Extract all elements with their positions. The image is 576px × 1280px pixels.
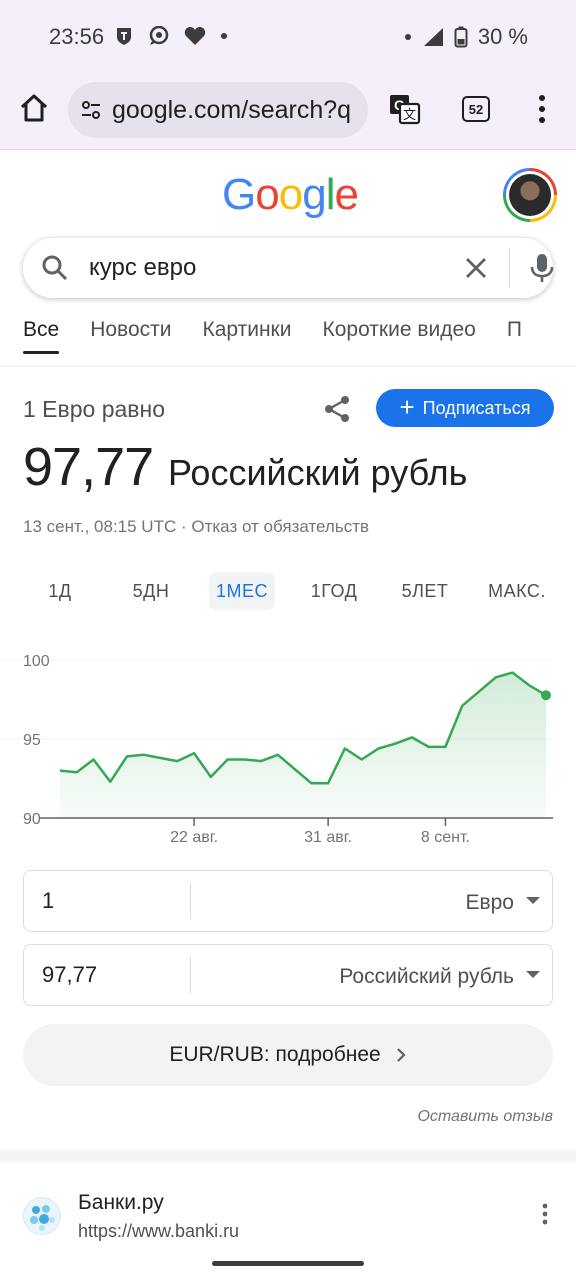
range-tabs: 1Д 5ДН 1МЕС 1ГОД 5ЛЕТ МАКС. bbox=[23, 572, 553, 612]
translate-icon[interactable]: G文 bbox=[388, 92, 422, 126]
gesture-bar bbox=[212, 1261, 364, 1266]
search-divider bbox=[509, 248, 510, 288]
avatar-photo bbox=[509, 174, 551, 216]
tab-images[interactable]: Картинки bbox=[202, 318, 291, 354]
tab-all[interactable]: Все bbox=[23, 318, 60, 354]
y-tick-label: 95 bbox=[23, 732, 41, 749]
home-icon[interactable] bbox=[18, 92, 50, 124]
rate-value: 97,77 bbox=[23, 437, 154, 497]
to-amount-input[interactable]: 97,77 bbox=[42, 962, 97, 988]
rate-meta[interactable]: 13 сент., 08:15 UTC · Отказ от обязатель… bbox=[23, 517, 369, 537]
subscribe-button[interactable]: + Подписаться bbox=[376, 389, 554, 427]
search-input[interactable]: курс евро bbox=[89, 254, 196, 282]
details-label: EUR/RUB: подробнее bbox=[169, 1043, 381, 1066]
x-tick-label: 8 сент. bbox=[421, 829, 470, 846]
equals-label: 1 Евро равно bbox=[23, 396, 166, 422]
mic-icon[interactable] bbox=[528, 252, 556, 284]
range-1d[interactable]: 1Д bbox=[25, 572, 95, 610]
google-logo[interactable]: Google bbox=[222, 170, 359, 220]
range-5d[interactable]: 5ДН bbox=[115, 572, 187, 610]
svg-text:文: 文 bbox=[403, 108, 416, 123]
search-icon bbox=[42, 255, 68, 281]
section-divider bbox=[0, 1150, 576, 1162]
x-tick-label: 31 авг. bbox=[304, 829, 352, 846]
tab-short-videos[interactable]: Короткие видео bbox=[322, 318, 475, 354]
site-favicon bbox=[23, 1197, 61, 1235]
dropdown-caret-icon[interactable] bbox=[526, 897, 540, 904]
range-1m[interactable]: 1МЕС bbox=[209, 572, 275, 610]
tabs-divider bbox=[0, 366, 576, 367]
field-separator bbox=[190, 883, 191, 919]
battery-icon bbox=[454, 26, 468, 48]
status-bar: 23:56 30 % bbox=[0, 0, 576, 72]
result-url[interactable]: https://www.banki.ru bbox=[78, 1221, 239, 1242]
dot-icon bbox=[221, 33, 227, 39]
tab-news[interactable]: Новости bbox=[90, 318, 171, 354]
from-amount-input[interactable]: 1 bbox=[42, 888, 54, 914]
share-icon[interactable] bbox=[322, 394, 352, 424]
range-5y[interactable]: 5ЛЕТ bbox=[391, 572, 459, 610]
status-right: 30 % bbox=[404, 24, 528, 50]
result-title[interactable]: Банки.ру bbox=[78, 1191, 164, 1215]
more-vert-icon[interactable] bbox=[538, 1202, 552, 1226]
x-tick-label: 22 авг. bbox=[170, 829, 218, 846]
rate-chart[interactable]: 100 95 90 22 авг. 31 авг. 8 сент. bbox=[0, 640, 576, 855]
address-bar[interactable]: google.com/search?q bbox=[68, 82, 368, 138]
search-box[interactable]: курс евро bbox=[23, 238, 556, 298]
tab-count: 52 bbox=[468, 101, 484, 117]
notification-icons bbox=[114, 26, 228, 46]
site-settings-icon[interactable] bbox=[80, 99, 102, 121]
browser-toolbar: google.com/search?q G文 52 bbox=[0, 72, 576, 150]
to-currency-select[interactable]: Российский рубль bbox=[339, 965, 514, 989]
from-currency-select[interactable]: Евро bbox=[465, 891, 514, 915]
tabs-icon[interactable]: 52 bbox=[462, 96, 490, 122]
range-max[interactable]: МАКС. bbox=[477, 572, 557, 610]
plus-icon: + bbox=[399, 392, 415, 422]
from-currency-row: 1 Евро bbox=[23, 870, 553, 932]
chart-last-point bbox=[541, 690, 551, 701]
tab-more-truncated[interactable]: П bbox=[507, 318, 522, 354]
heart-icon bbox=[184, 27, 206, 45]
clear-icon[interactable] bbox=[463, 255, 489, 281]
y-tick-label: 90 bbox=[23, 811, 41, 828]
chart-area-fill bbox=[60, 672, 546, 818]
chevron-right-icon bbox=[396, 1048, 406, 1062]
subscribe-label: Подписаться bbox=[422, 397, 531, 418]
rate-currency: Российский рубль bbox=[168, 452, 468, 493]
details-button[interactable]: EUR/RUB: подробнее bbox=[23, 1024, 553, 1086]
vpn-icon bbox=[117, 28, 131, 45]
field-separator bbox=[190, 957, 191, 993]
dot-icon bbox=[404, 34, 411, 40]
banki-logo-icon bbox=[30, 1205, 55, 1231]
range-1y[interactable]: 1ГОД bbox=[299, 572, 369, 610]
filter-tabs: Все Новости Картинки Короткие видео П bbox=[23, 318, 576, 366]
status-time: 23:56 bbox=[49, 24, 105, 49]
battery-percent: 30 % bbox=[477, 24, 528, 49]
dropdown-caret-icon[interactable] bbox=[526, 971, 540, 978]
avatar[interactable] bbox=[503, 168, 557, 222]
url-text[interactable]: google.com/search?q bbox=[112, 96, 351, 125]
more-vert-icon[interactable] bbox=[534, 94, 550, 124]
to-currency-row: 97,77 Российский рубль bbox=[23, 944, 553, 1006]
y-tick-label: 100 bbox=[23, 653, 50, 670]
feedback-link[interactable]: Оставить отзыв bbox=[417, 1108, 553, 1126]
signal-icon bbox=[423, 28, 443, 46]
chat-bubble-icon bbox=[149, 26, 169, 45]
